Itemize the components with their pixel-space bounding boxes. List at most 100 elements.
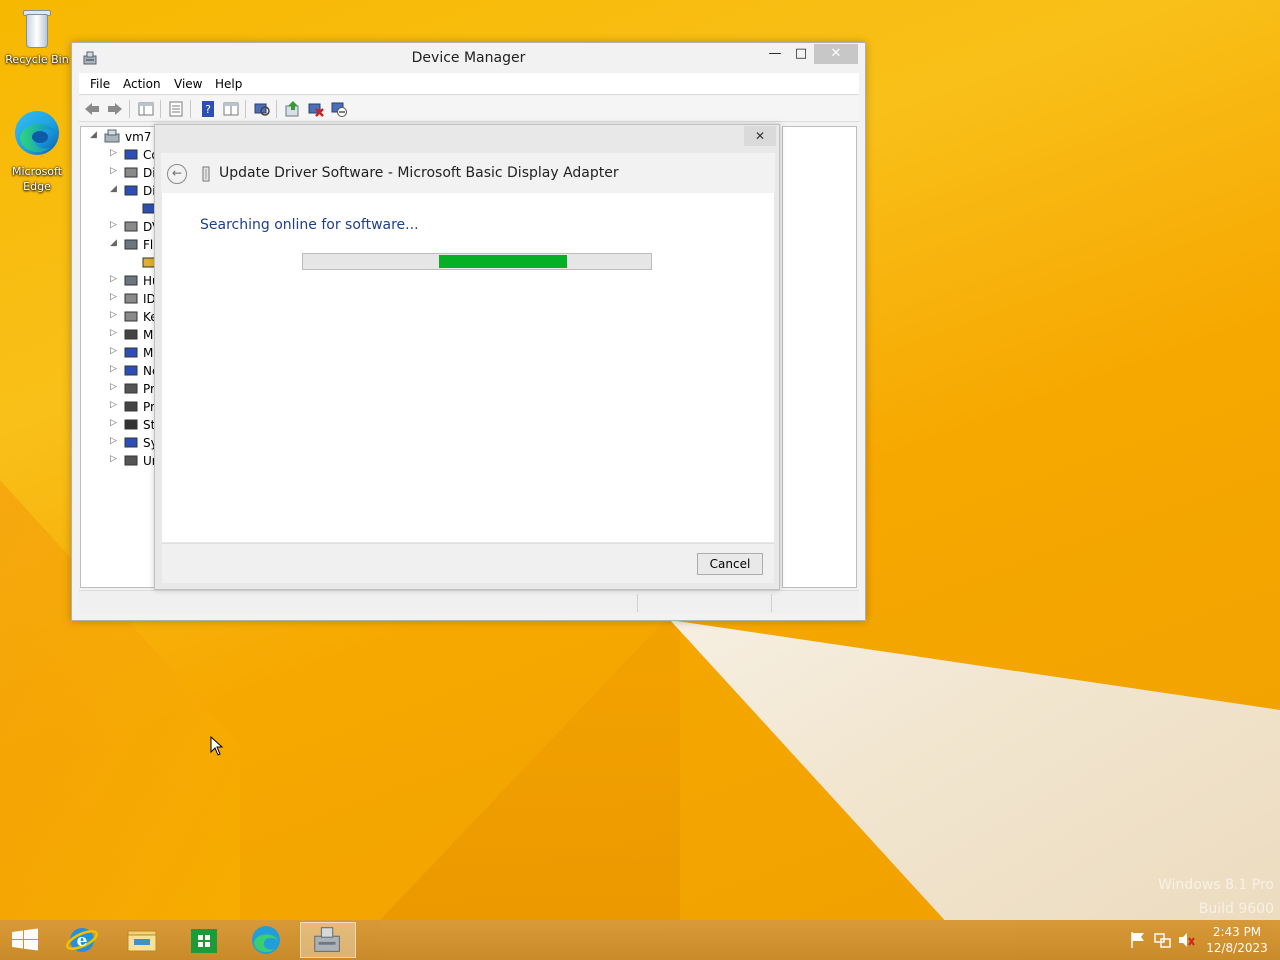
expand-arrow-icon[interactable]: ▷ [110,310,117,320]
minimize-button[interactable]: — [761,44,789,64]
close-button[interactable]: ✕ [814,44,858,64]
menu-action[interactable]: Action [123,77,161,91]
expand-arrow-icon[interactable]: ▷ [110,220,117,230]
network-icon[interactable] [1152,920,1172,960]
cancel-button[interactable]: Cancel [697,553,763,575]
tree-item[interactable]: ▷Sy [81,434,154,452]
collapse-arrow-icon[interactable]: ◢ [110,184,117,194]
properties-icon[interactable] [167,100,185,118]
dialog-body: Searching online for software... [162,193,774,542]
svg-text:?: ? [205,103,211,116]
forward-arrow-icon[interactable] [106,100,124,118]
tree-item-label: M [143,346,154,360]
expand-arrow-icon[interactable]: ▷ [110,418,117,428]
tree-item[interactable]: ▷Ne [81,362,154,380]
status-bar [79,590,859,614]
expand-arrow-icon[interactable]: ▷ [110,274,117,284]
tree-item[interactable]: ▷Ke [81,308,154,326]
tree-item-label: M [143,328,154,342]
tree-item[interactable]: ◢ Di [81,182,154,200]
expand-arrow-icon[interactable]: ▷ [110,454,117,464]
dialog-close-button[interactable]: ✕ [744,126,776,146]
internet-explorer-icon[interactable]: e [54,922,110,958]
tree-item[interactable]: ▷ St [81,416,154,434]
edge-taskbar-icon[interactable] [238,922,294,958]
back-button[interactable]: ← [167,164,187,184]
file-explorer-icon[interactable] [114,922,170,958]
device-category-icon [124,239,138,250]
expand-arrow-icon[interactable]: ▷ [110,328,117,338]
tree-item-label: Fl [143,238,154,252]
expand-arrow-icon[interactable]: ▷ [110,382,117,392]
dialog-header: ← Update Driver Software - Microsoft Bas… [161,153,775,193]
device-category-icon [124,365,138,376]
update-driver-dialog: ✕ ← Update Driver Software - Microsoft B… [154,124,780,590]
dialog-title: Update Driver Software - Microsoft Basic… [219,165,619,181]
tree-item[interactable] [81,254,154,272]
disable-device-icon[interactable] [330,100,348,118]
tree-item[interactable]: ▷ M [81,326,154,344]
clock-date: 12/8/2023 [1206,941,1268,955]
desktop-icon-edge[interactable]: Microsoft Edge [0,108,74,194]
device-category-icon [124,311,138,322]
scan-hardware-icon[interactable] [253,100,271,118]
device-category-icon [124,149,138,160]
help-icon[interactable]: ? [199,100,217,118]
collapse-arrow-icon[interactable]: ◢ [110,238,117,248]
expand-arrow-icon[interactable]: ▷ [110,400,117,410]
edge-icon [15,111,59,155]
desktop-icon-label: Microsoft Edge [11,165,63,193]
window-title: Device Manager [411,50,526,66]
device-manager-taskbar-icon[interactable] [300,922,356,958]
recycle-bin-icon [20,6,54,50]
view-icon[interactable] [222,100,240,118]
expand-arrow-icon[interactable]: ▷ [110,364,117,374]
progress-bar [302,253,652,270]
device-category-icon [124,167,138,178]
tree-item[interactable]: ▷DV [81,218,154,236]
device-category-icon [124,275,138,286]
device-category-icon [124,401,138,412]
device-category-icon [124,329,138,340]
maximize-button[interactable]: □ [787,44,815,64]
device-category-icon [124,347,138,358]
svg-text:e: e [77,931,88,951]
toolbar: ? [79,96,859,122]
expand-arrow-icon[interactable]: ▷ [110,166,117,176]
expand-arrow-icon[interactable]: ▷ [110,292,117,302]
back-arrow-icon[interactable] [83,100,101,118]
tree-item[interactable]: ▷ Pr [81,398,154,416]
expand-arrow-icon[interactable]: ▷ [110,436,117,446]
uninstall-icon[interactable] [307,100,325,118]
title-bar[interactable]: Device Manager — □ ✕ [72,43,865,73]
volume-muted-icon[interactable] [1176,920,1196,960]
device-category-icon [124,455,138,466]
device-category-icon [142,203,154,214]
dialog-footer: Cancel [162,543,774,583]
action-center-flag-icon[interactable] [1128,920,1148,960]
store-icon[interactable] [176,922,232,958]
tree-root[interactable]: ◢ vm7 [81,128,154,146]
update-driver-icon[interactable] [284,100,302,118]
tree-item[interactable]: ▷Co [81,146,154,164]
tree-item[interactable]: ▷Ur [81,452,154,470]
tree-item[interactable]: ▷Hu [81,272,154,290]
tree-item[interactable]: ▷ M [81,344,154,362]
tree-item[interactable]: ▷ Di [81,164,154,182]
start-button-icon[interactable] [0,922,50,958]
taskbar: e 2:43 PM 12/8/2023 [0,920,1280,960]
expand-arrow-icon[interactable]: ▷ [110,148,117,158]
desktop-icon-label: Recycle Bin [5,53,69,66]
menu-view[interactable]: View [174,77,202,91]
tree-item[interactable]: ◢ Fl [81,236,154,254]
tree-item[interactable] [81,200,154,218]
desktop-icon-recycle-bin[interactable]: Recycle Bin [0,6,74,67]
menu-file[interactable]: File [90,77,110,91]
tree-item[interactable]: ▷ ID [81,290,154,308]
system-clock[interactable]: 2:43 PM 12/8/2023 [1196,924,1278,956]
show-hide-tree-icon[interactable] [137,100,155,118]
expand-arrow-icon[interactable]: ▷ [110,346,117,356]
menu-help[interactable]: Help [215,77,242,91]
tree-item[interactable]: ▷ Pr [81,380,154,398]
details-pane [782,126,857,588]
